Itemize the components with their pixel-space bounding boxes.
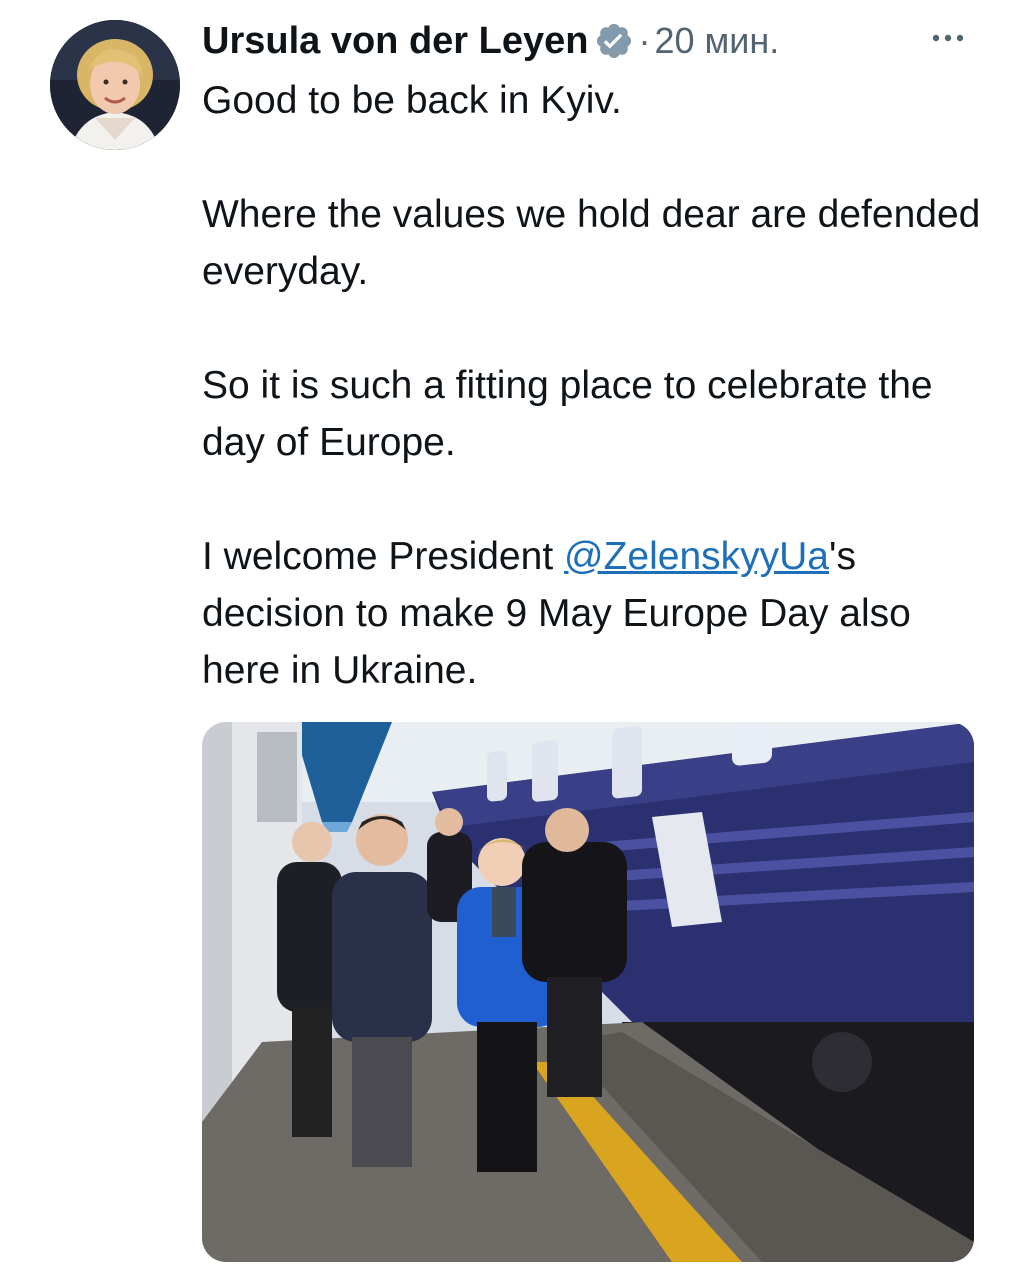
display-name[interactable]: Ursula von der Leyen <box>202 20 588 63</box>
timestamp[interactable]: 20 мин. <box>654 20 779 62</box>
verified-badge-icon <box>594 21 634 61</box>
tweet-photo[interactable] <box>202 722 974 1262</box>
tweet-text: Good to be back in Kyiv. Where the value… <box>202 72 982 756</box>
more-horizontal-icon[interactable] <box>928 26 968 50</box>
tweet-paragraph: So it is such a fitting place to celebra… <box>202 364 933 464</box>
avatar[interactable] <box>50 20 180 150</box>
text-segment: I welcome President <box>202 535 564 578</box>
separator-dot: · <box>638 20 651 61</box>
tweet-paragraph: I welcome President @ZelenskyyUa's decis… <box>202 528 982 699</box>
mention-link[interactable]: @ZelenskyyUa <box>564 535 829 578</box>
tweet-paragraph: Where the values we hold dear are defend… <box>202 193 981 293</box>
tweet-paragraph: Good to be back in Kyiv. <box>202 79 622 122</box>
tweet-header: Ursula von der Leyen · 20 мин. <box>202 16 984 66</box>
